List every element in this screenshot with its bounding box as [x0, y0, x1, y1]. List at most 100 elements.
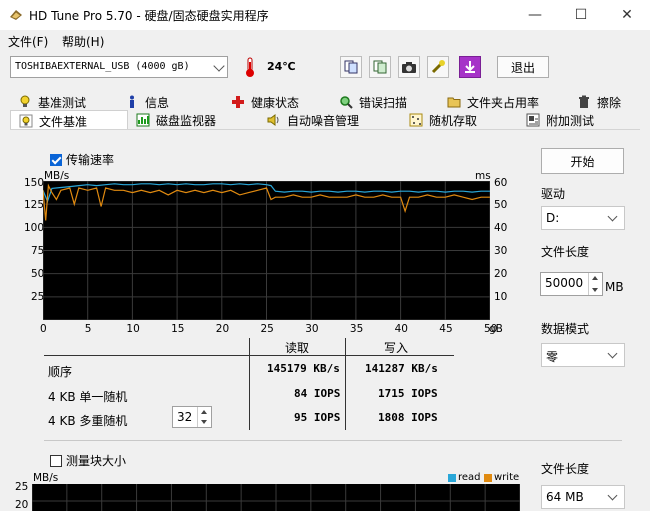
trash-icon [579, 95, 589, 108]
x-unit-label: gB [489, 323, 503, 335]
tab-noise-management[interactable]: 自动噪音管理 [259, 110, 401, 130]
screenshot-button[interactable] [398, 56, 420, 78]
x-tick-label: 5 [84, 323, 92, 335]
x-tick-label: 10 [126, 323, 140, 335]
sequential-read: 145179 KB/s [267, 362, 340, 375]
temperature-readout: 24℃ [267, 60, 296, 73]
menu-file[interactable]: 文件(F) [8, 33, 48, 50]
minimize-button[interactable]: — [512, 0, 558, 30]
minimize-icon: — [528, 7, 542, 23]
folder-icon [447, 97, 461, 108]
tab-erase[interactable]: 擦除 [569, 92, 639, 112]
y-right-tick: 20 [494, 268, 508, 280]
legend-read-label: read [458, 472, 481, 483]
x-tick-label: 20 [215, 323, 230, 335]
transfer-rate-chart-svg [42, 180, 491, 321]
file-length-label: 文件长度 [541, 245, 590, 259]
health-cross-icon [232, 96, 244, 108]
save-download-button[interactable] [459, 56, 481, 78]
col-header-read: 读取 [285, 341, 310, 355]
tab-info[interactable]: 信息 [117, 92, 223, 112]
tab-label: 附加测试 [546, 113, 595, 128]
checkbox-checked-icon [50, 153, 62, 166]
info-icon [130, 95, 134, 108]
chevron-down-icon [607, 348, 618, 359]
tab-error-scan[interactable]: 错误扫描 [331, 92, 439, 112]
magnifier-icon [340, 96, 353, 109]
queue-depth-stepper[interactable]: 32 [172, 406, 212, 428]
copy-info-icon [373, 60, 387, 74]
tab-label: 基准测试 [38, 95, 87, 110]
tabs-row-2: 文件基准 磁盘监视器 自动噪音管理 随机存取 附加测试 [10, 110, 628, 132]
data-mode-select[interactable]: 零 [541, 343, 625, 367]
checkbox-unchecked-icon [50, 454, 62, 467]
tab-label: 磁盘监视器 [156, 113, 217, 128]
exit-button-label: 退出 [510, 60, 535, 75]
maximize-button[interactable]: ☐ [558, 0, 604, 30]
tab-extra-tests[interactable]: 附加测试 [518, 110, 628, 130]
x-tick-label: 45 [439, 323, 453, 335]
chevron-down-icon [607, 211, 618, 222]
x-tick-label: 30 [305, 323, 319, 335]
download-arrow-icon [465, 61, 475, 73]
transfer-rate-checkbox[interactable]: 传输速率 [50, 151, 114, 168]
stepper-arrows[interactable] [197, 407, 211, 427]
x-tick-label: 25 [260, 323, 274, 335]
drive-letter-value: D: [546, 211, 560, 225]
row-label-4kb-single: 4 KB 单一随机 [48, 390, 128, 404]
section-divider [44, 440, 622, 441]
drive-label: 驱动 [541, 187, 566, 201]
drive-letter-select[interactable]: D: [541, 206, 625, 230]
exit-button[interactable]: 退出 [497, 56, 549, 78]
close-button[interactable]: ✕ [604, 0, 650, 30]
tab-label: 健康状态 [251, 95, 300, 110]
chevron-down-icon [213, 60, 225, 72]
block-size-checkbox[interactable]: 测量块大小 [50, 452, 126, 469]
options-button[interactable] [427, 56, 449, 78]
tab-benchmark[interactable]: 基准测试 [10, 92, 117, 112]
copy-text-button[interactable] [340, 56, 362, 78]
maximize-icon: ☐ [574, 7, 588, 23]
arrow-down-icon [592, 288, 598, 292]
chevron-down-icon [607, 490, 618, 501]
arrow-up-icon [201, 410, 207, 414]
drive-select[interactable]: TOSHIBAEXTERNAL_USB (4000 gB) [10, 56, 228, 78]
arrow-down-icon [201, 420, 207, 424]
tab-folder-usage[interactable]: 文件夹占用率 [439, 92, 569, 112]
y-right-tick: 60 [494, 177, 508, 189]
queue-depth-value: 32 [177, 410, 193, 424]
toolbar: TOSHIBAEXTERNAL_USB (4000 gB) 24℃ 退出 [0, 50, 650, 88]
data-mode-value: 零 [546, 350, 559, 364]
x-tick-label: 35 [349, 323, 364, 335]
sequential-write: 141287 KB/s [365, 362, 438, 375]
title-bar: HD Tune Pro 5.70 - 硬盘/固态硬盘实用程序 — ☐ ✕ [0, 0, 650, 30]
random-grid-icon [409, 113, 423, 127]
stepper-arrows[interactable] [588, 273, 602, 295]
legend-read-swatch [448, 473, 456, 482]
start-button[interactable]: 开始 [541, 148, 624, 174]
y-right-tick: 10 [494, 291, 508, 303]
data-mode-label: 数据模式 [541, 322, 590, 336]
tab-random-access[interactable]: 随机存取 [401, 110, 518, 130]
4kb-multi-read: 95 IOPS [294, 411, 341, 424]
camera-icon [402, 62, 416, 73]
y-left-tick: 100 [24, 222, 45, 234]
transfer-rate-label: 传输速率 [66, 153, 115, 167]
menu-help[interactable]: 帮助(H) [62, 33, 104, 50]
file-length-stepper[interactable]: 50000 [540, 272, 603, 296]
block-size-label: 测量块大小 [66, 454, 127, 468]
row-label-4kb-multi: 4 KB 多重随机 [48, 414, 128, 428]
tab-health[interactable]: 健康状态 [223, 92, 331, 112]
tab-disk-monitor[interactable]: 磁盘监视器 [128, 110, 259, 130]
arrow-up-icon [592, 276, 598, 280]
hdtune-app-icon [10, 10, 22, 20]
4kb-single-write: 1715 IOPS [378, 387, 438, 400]
transfer-rate-chart [42, 180, 491, 321]
bulb-icon [20, 95, 30, 107]
4kb-multi-write: 1808 IOPS [378, 411, 438, 424]
legend-read: read [448, 472, 481, 483]
copy-info-button[interactable] [369, 56, 391, 78]
block-file-length-select[interactable]: 64 MB [541, 485, 625, 509]
block-size-chart [31, 484, 521, 511]
tab-label: 信息 [145, 95, 170, 110]
